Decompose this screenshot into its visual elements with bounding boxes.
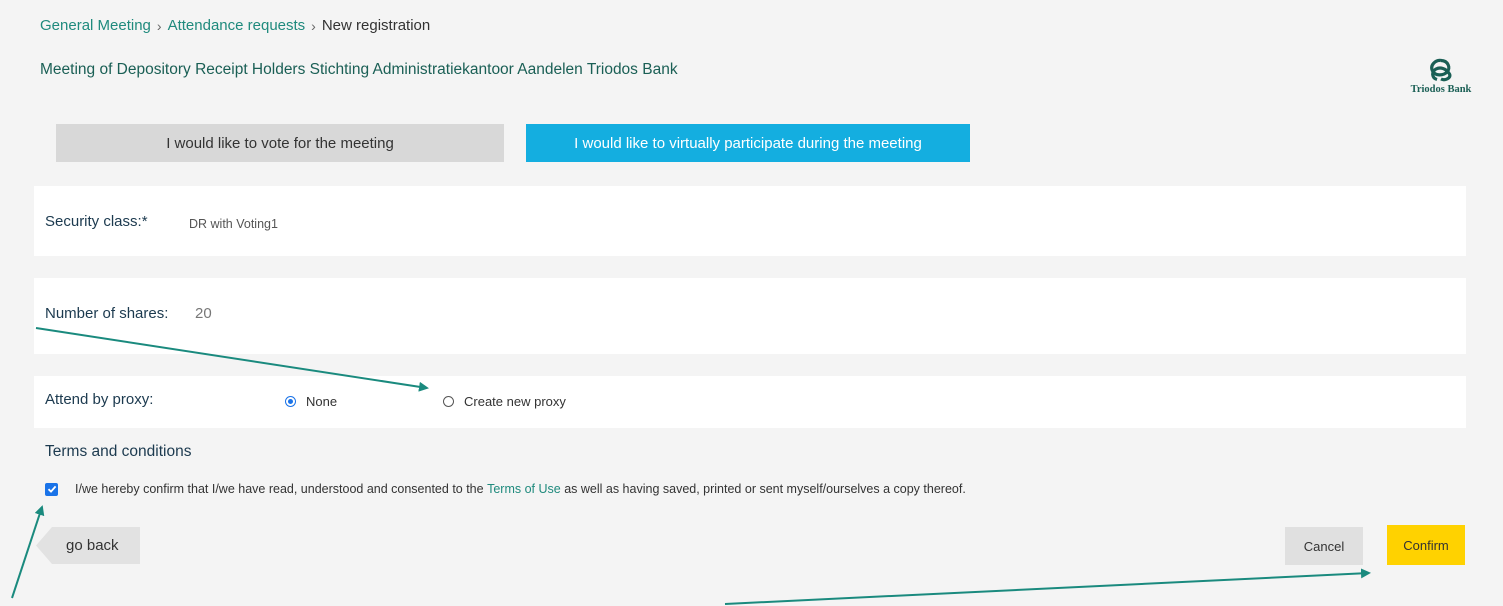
confirm-button[interactable]: Confirm bbox=[1387, 525, 1465, 565]
proxy-option-none-label: None bbox=[306, 394, 338, 409]
number-of-shares-panel: Number of shares: 20 bbox=[34, 278, 1466, 354]
terms-of-use-link[interactable]: Terms of Use bbox=[487, 482, 561, 496]
proxy-option-create-new[interactable]: Create new proxy bbox=[443, 394, 566, 409]
checkmark-icon bbox=[47, 485, 56, 493]
security-class-label: Security class:* bbox=[45, 213, 148, 230]
security-class-panel: Security class:* DR with Voting1 bbox=[34, 186, 1466, 256]
radio-create-new-proxy[interactable] bbox=[443, 396, 454, 407]
breadcrumb-current: New registration bbox=[321, 17, 431, 34]
proxy-option-create-new-label: Create new proxy bbox=[464, 394, 566, 409]
radio-none[interactable] bbox=[285, 396, 296, 407]
terms-checkbox[interactable] bbox=[45, 482, 58, 496]
breadcrumb: General Meeting › Attendance requests › … bbox=[40, 17, 430, 34]
terms-heading: Terms and conditions bbox=[45, 443, 192, 460]
breadcrumb-general-meeting[interactable]: General Meeting bbox=[40, 17, 151, 34]
security-class-value: DR with Voting1 bbox=[189, 217, 278, 231]
go-back-label: go back bbox=[66, 537, 119, 554]
annotation-arrow-confirm bbox=[724, 568, 1371, 605]
triodos-logo: Triodos Bank bbox=[1401, 58, 1481, 95]
attend-by-proxy-label: Attend by proxy: bbox=[45, 391, 154, 408]
cancel-button[interactable]: Cancel bbox=[1285, 527, 1363, 565]
number-of-shares-label: Number of shares: bbox=[45, 305, 169, 322]
breadcrumb-separator: › bbox=[311, 17, 316, 34]
meeting-title: Meeting of Depository Receipt Holders St… bbox=[40, 61, 678, 78]
proxy-option-none[interactable]: None bbox=[285, 394, 337, 409]
breadcrumb-attendance-requests[interactable]: Attendance requests bbox=[168, 17, 306, 34]
terms-consent-row: I/we hereby confirm that I/we have read,… bbox=[45, 482, 966, 496]
breadcrumb-separator: › bbox=[156, 17, 162, 34]
terms-text-after: as well as having saved, printed or sent… bbox=[564, 482, 966, 496]
go-back-button[interactable]: go back bbox=[36, 527, 140, 564]
tab-virtual-participate[interactable]: I would like to virtually participate du… bbox=[526, 124, 970, 162]
attend-by-proxy-panel: Attend by proxy: None Create new proxy bbox=[34, 376, 1466, 428]
number-of-shares-value: 20 bbox=[195, 305, 212, 322]
tab-vote[interactable]: I would like to vote for the meeting bbox=[56, 124, 504, 162]
logo-text: Triodos Bank bbox=[1410, 84, 1472, 95]
terms-text-before: I/we hereby confirm that I/we have read,… bbox=[75, 482, 484, 496]
annotation-arrow-checkbox bbox=[11, 505, 45, 599]
triodos-logo-icon bbox=[1430, 58, 1452, 82]
